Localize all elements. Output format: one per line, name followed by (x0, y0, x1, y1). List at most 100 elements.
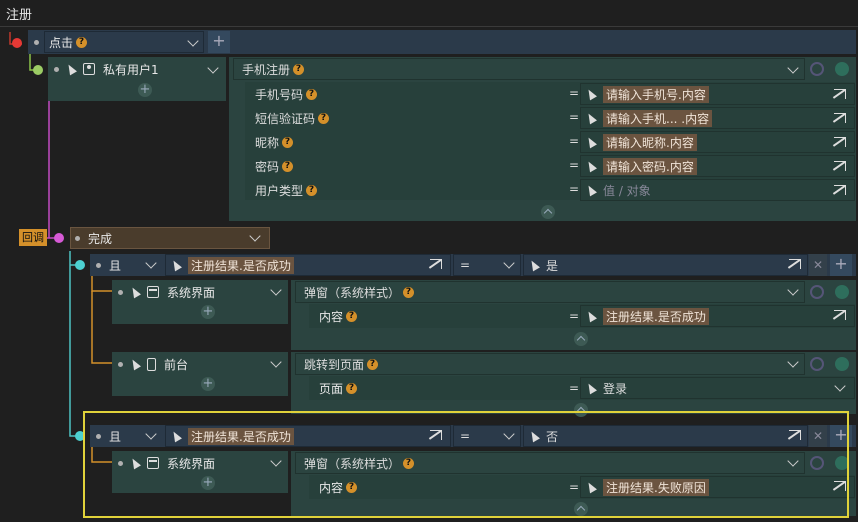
collapse-icon[interactable] (541, 205, 555, 219)
expand-icon[interactable] (834, 161, 846, 171)
cond1-op-label: 且 (109, 258, 122, 273)
expand-icon[interactable] (789, 259, 801, 269)
param-value[interactable]: 请输入密码.内容 (603, 157, 697, 175)
cursor-icon[interactable] (585, 309, 597, 323)
event-node-dot[interactable] (12, 38, 22, 48)
cond1-left-value: 注册结果.是否成功 (188, 256, 294, 274)
clock-icon[interactable] (835, 285, 849, 299)
param-name: 短信验证码 (255, 111, 316, 126)
cursor-icon[interactable] (585, 183, 597, 197)
done-select[interactable]: 完成 (70, 227, 270, 249)
cursor-icon[interactable] (585, 135, 597, 149)
cond1-left[interactable]: 注册结果.是否成功 (165, 254, 451, 276)
equals-sign: = (569, 134, 580, 148)
add-circle-icon[interactable]: + (201, 377, 215, 391)
cond1-right[interactable]: 是 (523, 254, 808, 276)
param-name: 内容 (319, 309, 344, 324)
help-icon[interactable]: ? (318, 112, 330, 124)
fg-action-select[interactable]: 跳转到页面? (295, 353, 805, 375)
refresh-icon[interactable] (810, 62, 824, 76)
sys1-label: 系统界面 (167, 285, 216, 300)
cond1-op[interactable]: 且 (96, 254, 121, 276)
drag-handle[interactable] (34, 39, 39, 45)
cursor-icon[interactable] (129, 357, 141, 371)
callback-node-dot[interactable] (54, 233, 64, 243)
drag-handle[interactable] (96, 262, 101, 268)
cursor-icon[interactable] (129, 285, 141, 299)
add-button[interactable]: + (208, 31, 230, 53)
param-name: 密码 (255, 159, 280, 174)
drag-handle[interactable] (118, 361, 123, 367)
help-icon[interactable]: ? (293, 63, 305, 75)
cursor-icon[interactable] (585, 381, 597, 395)
sys1-value-field[interactable]: 注册结果.是否成功 (580, 305, 855, 327)
phone-icon (147, 357, 156, 371)
cursor-icon[interactable] (65, 62, 77, 76)
param-value[interactable]: 请输入手机号.内容 (603, 85, 709, 103)
close-icon[interactable]: ✕ (809, 254, 827, 276)
help-icon[interactable]: ? (306, 88, 318, 100)
done-label: 完成 (88, 231, 113, 246)
equals-sign: = (569, 182, 580, 196)
cond1-node-dot[interactable] (75, 260, 85, 270)
collapse-icon[interactable] (574, 332, 588, 346)
sys1-action-select[interactable]: 弹窗（系统样式）? (295, 281, 805, 303)
expand-icon[interactable] (834, 310, 846, 320)
add-circle-icon[interactable]: + (138, 83, 152, 97)
user-label: 私有用户1 (103, 62, 159, 77)
cond1-right-value: 是 (546, 258, 559, 273)
help-icon[interactable]: ? (367, 358, 379, 370)
fg-value-field[interactable]: 登录 (580, 377, 855, 399)
fg-action: 跳转到页面 (304, 357, 365, 372)
drag-handle[interactable] (54, 66, 59, 72)
clock-icon[interactable] (835, 357, 849, 371)
param-name: 页面 (319, 381, 344, 396)
param-name: 手机号码 (255, 87, 304, 102)
user-node-dot[interactable] (33, 65, 43, 75)
clock-icon[interactable] (835, 62, 849, 76)
help-icon[interactable]: ? (403, 286, 415, 298)
cursor-icon[interactable] (585, 87, 597, 101)
cursor-icon[interactable] (170, 258, 182, 272)
expand-icon[interactable] (834, 113, 846, 123)
equals-sign: = (569, 381, 580, 395)
event-label: 点击 (49, 35, 74, 50)
help-icon[interactable]: ? (282, 160, 294, 172)
refresh-icon[interactable] (810, 285, 824, 299)
param-name: 昵称 (255, 135, 280, 150)
help-icon[interactable]: ? (282, 136, 294, 148)
help-icon[interactable]: ? (346, 382, 358, 394)
callback-tag: 回调 (19, 229, 47, 246)
cursor-icon[interactable] (528, 258, 540, 272)
expand-icon[interactable] (834, 137, 846, 147)
help-icon[interactable]: ? (306, 184, 318, 196)
param-value[interactable]: 请输入昵称.内容 (603, 133, 697, 151)
cursor-icon[interactable] (585, 159, 597, 173)
drag-handle[interactable] (75, 235, 80, 241)
window-icon (147, 286, 159, 298)
drag-handle[interactable] (118, 289, 123, 295)
equals-sign: = (569, 110, 580, 124)
fg-target: 前台 (118, 353, 188, 375)
help-icon[interactable]: ? (346, 310, 358, 322)
add-button[interactable]: + (830, 254, 852, 276)
param-value[interactable]: 请输入手机... .内容 (603, 109, 713, 127)
expand-icon[interactable] (430, 259, 442, 269)
selection-outline (83, 411, 849, 518)
action1-select[interactable]: 手机注册? (233, 58, 805, 80)
param-value: 登录 (603, 381, 628, 396)
help-icon[interactable]: ? (76, 36, 88, 48)
user-icon (83, 63, 95, 75)
chevron-down-icon (187, 35, 199, 47)
action1-label: 手机注册 (242, 62, 291, 77)
expand-icon[interactable] (834, 185, 846, 195)
expand-icon[interactable] (834, 89, 846, 99)
param-placeholder[interactable]: 值 / 对象 (603, 182, 651, 199)
refresh-icon[interactable] (810, 357, 824, 371)
add-circle-icon[interactable]: + (201, 305, 215, 319)
event-select[interactable]: 点击? (44, 31, 204, 53)
cond1-eq-label: = (460, 258, 471, 272)
cursor-icon[interactable] (585, 111, 597, 125)
equals-sign: = (569, 309, 580, 323)
equals-sign: = (569, 158, 580, 172)
